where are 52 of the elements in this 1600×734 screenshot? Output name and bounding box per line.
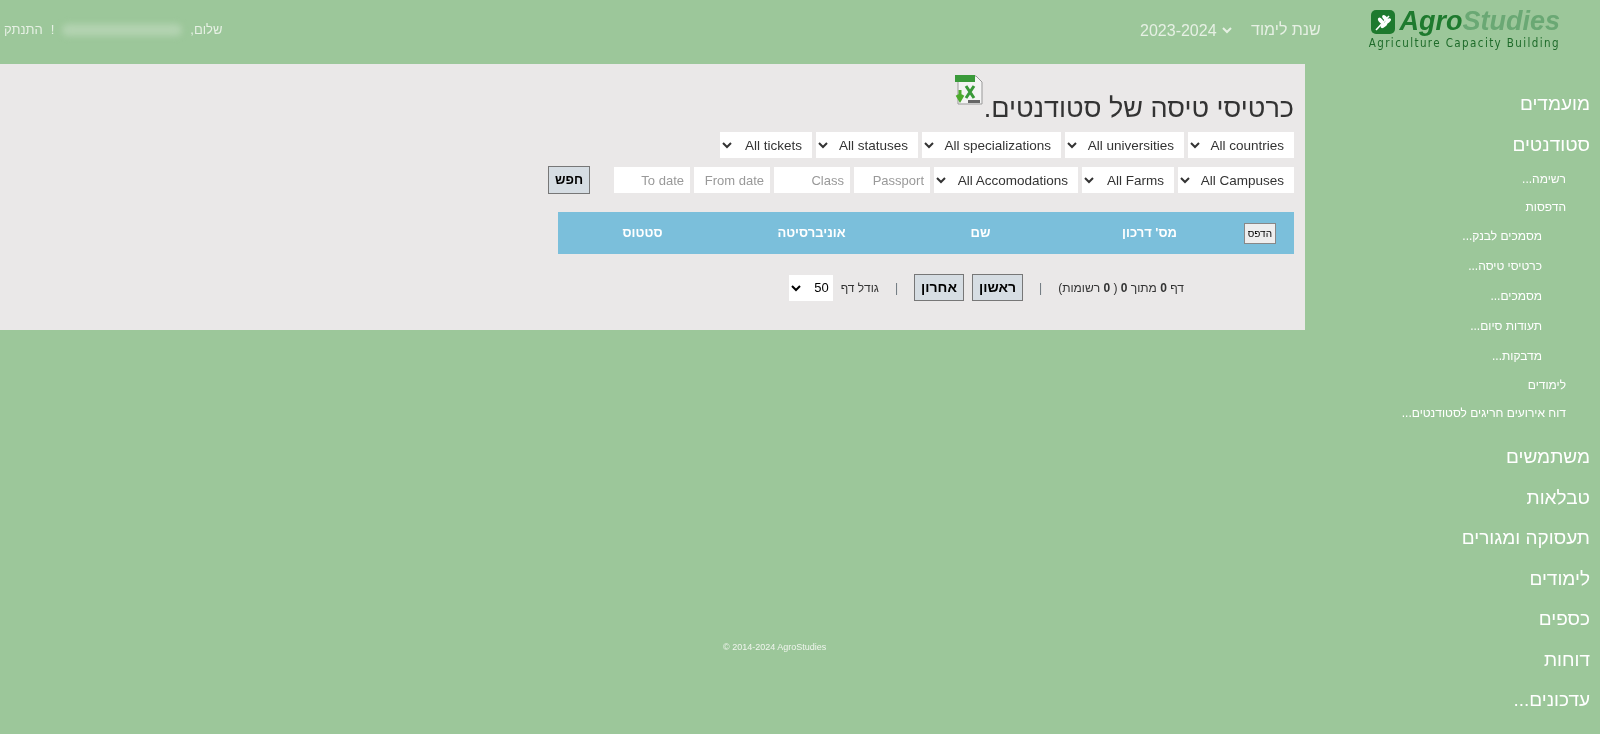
sidebar-item[interactable]: רשימה... bbox=[1305, 165, 1590, 193]
sidebar-item[interactable]: מועמדים bbox=[1305, 84, 1590, 125]
column-header: שם bbox=[969, 224, 992, 243]
page-size-label: גודל דף bbox=[840, 279, 879, 297]
sidebar-item[interactable]: משתמשים bbox=[1305, 437, 1590, 478]
search-button[interactable]: חפש bbox=[547, 166, 590, 194]
filter-select[interactable]: All universities bbox=[1065, 132, 1184, 158]
filter-select[interactable]: All tickets bbox=[720, 132, 812, 158]
column-header: סטטוס bbox=[621, 224, 664, 243]
filter-select[interactable]: All statuses bbox=[816, 132, 918, 158]
sidebar-item[interactable]: תעסוקה ומגורים bbox=[1305, 518, 1590, 559]
year-select[interactable]: 2023-2024 bbox=[1134, 20, 1236, 40]
filter-select[interactable]: All specializations bbox=[922, 132, 1061, 158]
column-header: מס' דרכון bbox=[1121, 224, 1178, 243]
filter-select[interactable]: All Campuses bbox=[1178, 167, 1294, 193]
sidebar-item[interactable]: מסמכים לבנק... bbox=[1305, 221, 1590, 251]
sidebar-item[interactable]: לימודים bbox=[1305, 371, 1590, 399]
filter-field[interactable]: To date bbox=[614, 167, 690, 193]
sidebar-item[interactable]: דוח אירועים חריגים לסטודנטים... bbox=[1305, 399, 1590, 427]
page-size-select[interactable]: 50 bbox=[788, 274, 833, 301]
first-page-button[interactable]: ראשון bbox=[971, 274, 1023, 301]
excel-export-icon[interactable] bbox=[953, 74, 984, 106]
sidebar-item[interactable]: תעודות סיום... bbox=[1305, 311, 1590, 341]
filter-field[interactable]: From date bbox=[694, 167, 770, 193]
year-label: שנת לימוד bbox=[1251, 20, 1321, 40]
footer-text: © 2014-2024 AgroStudies bbox=[723, 641, 827, 654]
sidebar-item[interactable]: טבלאות bbox=[1305, 477, 1590, 518]
logo-tagline: Agriculture Capacity Building bbox=[1368, 36, 1560, 52]
column-header: אוניברסיטה bbox=[776, 224, 847, 243]
sidebar-item[interactable]: כספים bbox=[1305, 599, 1590, 640]
print-button[interactable]: הדפס bbox=[1243, 222, 1276, 244]
filter-select[interactable]: All countries bbox=[1188, 132, 1294, 158]
sidebar-item[interactable]: סטודנטים bbox=[1305, 124, 1590, 165]
filter-field[interactable]: Class bbox=[774, 167, 850, 193]
sidebar-item[interactable]: מסמכים... bbox=[1305, 281, 1590, 311]
sidebar-item[interactable]: הדפסות bbox=[1305, 193, 1590, 221]
sidebar-item[interactable]: דוחות bbox=[1305, 639, 1590, 680]
page-title: כרטיסי טיסה של סטודנטים. bbox=[983, 91, 1294, 124]
filter-field[interactable]: Passport bbox=[854, 167, 930, 193]
sidebar-item[interactable]: עדכונים... bbox=[1305, 680, 1590, 721]
greeting-text: שלום, bbox=[190, 21, 223, 39]
greeting-mark: ! bbox=[50, 21, 55, 39]
pager-divider: | bbox=[894, 279, 899, 297]
sidebar-item[interactable]: מדבקות... bbox=[1305, 341, 1590, 371]
sidebar-item[interactable]: כרטיסי טיסה... bbox=[1305, 251, 1590, 281]
filter-select[interactable]: All Accomodations bbox=[934, 167, 1078, 193]
leaf-logo-icon bbox=[1371, 9, 1396, 34]
pager-divider: | bbox=[1039, 279, 1043, 297]
filter-select[interactable]: All Farms bbox=[1082, 167, 1174, 193]
sidebar-item[interactable]: לימודים bbox=[1305, 558, 1590, 599]
last-page-button[interactable]: אחרון bbox=[914, 274, 964, 301]
logout-link[interactable]: התנתק bbox=[4, 20, 43, 40]
